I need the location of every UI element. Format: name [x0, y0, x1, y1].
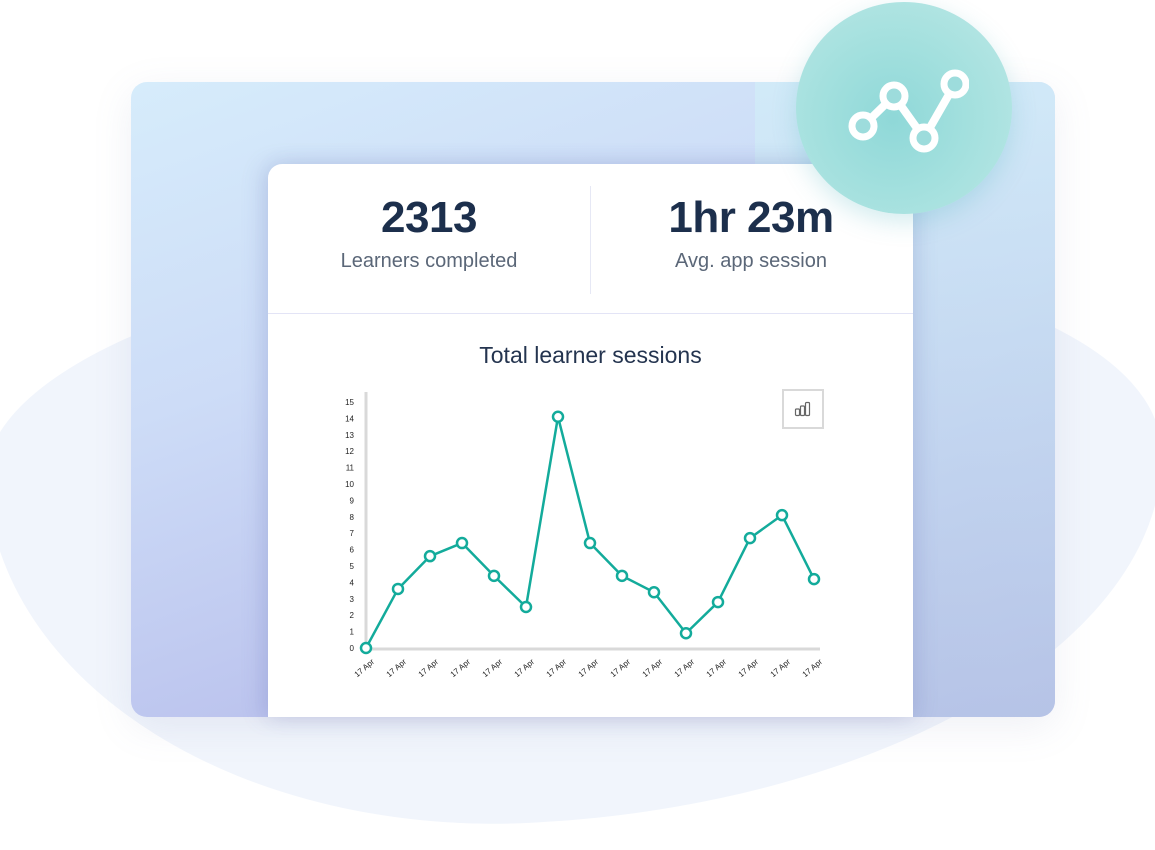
line-chart: 012345678910111213141517 Apr 17 Apr 17 Apr…: [345, 392, 825, 679]
x-tick-label: 17 Apr: [769, 657, 793, 679]
data-point: [551, 410, 565, 424]
y-tick-label: 10: [345, 480, 354, 489]
x-tick-label: 17 Apr: [801, 657, 825, 679]
x-tick-label: 17 Apr: [449, 657, 473, 679]
data-point: [711, 595, 725, 609]
x-tick-label: 17 Apr: [481, 657, 505, 679]
y-tick-label: 7: [350, 529, 355, 538]
analytics-badge: [796, 2, 1012, 214]
x-tick-label: 17 Apr: [417, 657, 441, 679]
y-tick-label: 15: [345, 398, 354, 407]
y-tick-label: 4: [350, 578, 355, 587]
y-tick-label: 12: [345, 447, 354, 456]
y-tick-label: 2: [350, 611, 355, 620]
data-point: [487, 569, 501, 583]
data-point: [359, 641, 373, 655]
y-tick-label: 3: [350, 595, 355, 604]
data-point: [647, 585, 661, 599]
data-point: [519, 600, 533, 614]
series-line: [364, 415, 816, 649]
y-tick-label: 8: [350, 513, 355, 522]
bar-chart-icon: [794, 401, 811, 417]
chart-type-toggle-button[interactable]: [782, 389, 824, 429]
x-tick-label: 17 Apr: [545, 657, 569, 679]
line-chart-icon: [848, 69, 969, 153]
x-tick-label: 17 Apr: [577, 657, 601, 679]
data-point: [807, 572, 821, 586]
x-tick-label: 17 Apr: [641, 657, 665, 679]
y-tick-label: 6: [350, 546, 355, 555]
data-point: [743, 531, 757, 545]
y-tick-label: 14: [345, 414, 354, 423]
x-tick-label: 17 Apr: [513, 657, 537, 679]
data-point: [775, 508, 789, 522]
x-tick-label: 17 Apr: [737, 657, 761, 679]
y-tick-label: 9: [350, 496, 355, 505]
data-point: [423, 549, 437, 563]
dashboard-card: 2313 Learners completed 1hr 23m Avg. app…: [268, 164, 913, 717]
data-point: [583, 536, 597, 550]
x-tick-label: 17 Apr: [385, 657, 409, 679]
y-tick-label: 5: [350, 562, 355, 571]
data-point: [679, 626, 693, 640]
y-tick-label: 0: [350, 644, 355, 653]
data-point: [615, 569, 629, 583]
x-tick-label: 17 Apr: [673, 657, 697, 679]
data-point: [391, 582, 405, 596]
x-tick-label: 17 Apr: [705, 657, 729, 679]
x-tick-label: 17 Apr: [609, 657, 633, 679]
data-point: [455, 536, 469, 550]
y-tick-label: 1: [350, 628, 355, 637]
y-tick-label: 11: [346, 464, 355, 473]
y-tick-label: 13: [345, 431, 354, 440]
x-tick-label: 17 Apr: [353, 657, 377, 679]
